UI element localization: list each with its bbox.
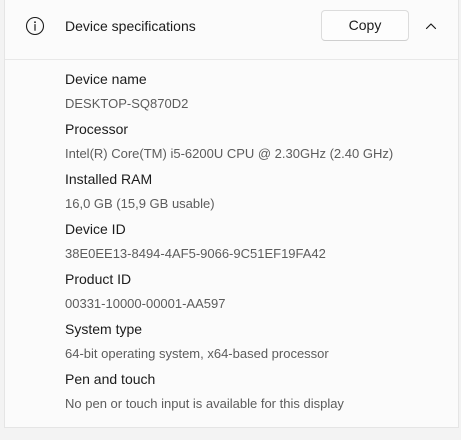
spec-value: 16,0 GB (15,9 GB usable)	[65, 196, 215, 211]
spec-pen-and-touch: Pen and touch No pen or touch input is a…	[65, 370, 445, 420]
device-specifications-header[interactable]: Device specifications Copy	[5, 0, 458, 60]
spec-label: Device name	[65, 71, 147, 87]
spec-label: Device ID	[65, 221, 126, 237]
spec-value: 64-bit operating system, x64-based proce…	[65, 346, 329, 361]
spec-label: Pen and touch	[65, 371, 156, 387]
spec-value: 00331-10000-00001-AA597	[65, 296, 226, 311]
chevron-up-icon[interactable]	[417, 12, 445, 40]
spec-label: Product ID	[65, 271, 132, 287]
copy-button[interactable]: Copy	[321, 10, 409, 41]
spec-device-name: Device name DESKTOP-SQ870D2	[65, 70, 445, 120]
section-title: Device specifications	[65, 18, 196, 34]
spec-processor: Processor Intel(R) Core(TM) i5-6200U CPU…	[65, 120, 445, 170]
spec-value: 38E0EE13-8494-4AF5-9066-9C51EF19FA42	[65, 246, 326, 261]
spec-product-id: Product ID 00331-10000-00001-AA597	[65, 270, 445, 320]
spec-value: No pen or touch input is available for t…	[65, 396, 344, 411]
spec-label: Installed RAM	[65, 171, 153, 187]
info-icon	[25, 16, 45, 36]
spec-device-id: Device ID 38E0EE13-8494-4AF5-9066-9C51EF…	[65, 220, 445, 270]
spec-label: Processor	[65, 121, 129, 137]
specification-list: Device name DESKTOP-SQ870D2 Processor In…	[65, 70, 445, 420]
spec-value: Intel(R) Core(TM) i5-6200U CPU @ 2.30GHz…	[65, 146, 394, 161]
device-specifications-card: Device specifications Copy Device name D…	[4, 0, 459, 428]
spec-value: DESKTOP-SQ870D2	[65, 96, 189, 111]
spec-system-type: System type 64-bit operating system, x64…	[65, 320, 445, 370]
spec-label: System type	[65, 321, 143, 337]
spec-installed-ram: Installed RAM 16,0 GB (15,9 GB usable)	[65, 170, 445, 220]
